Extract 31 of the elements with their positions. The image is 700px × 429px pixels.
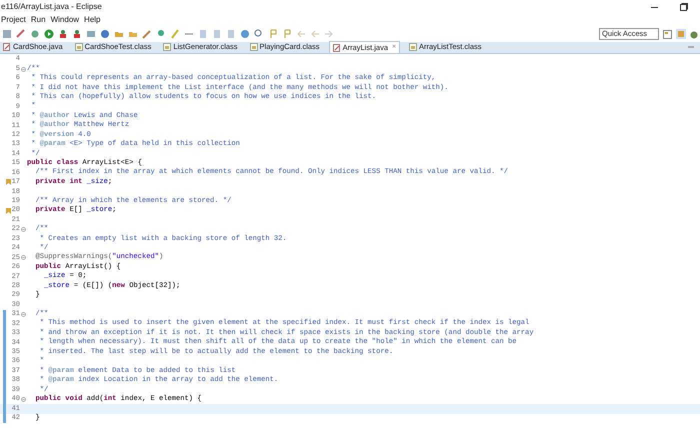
class-file-icon	[409, 43, 417, 51]
restore-icon[interactable]	[680, 3, 688, 11]
forward-arrow-icon[interactable]	[324, 29, 334, 39]
fold-icon[interactable]	[21, 227, 26, 232]
menu-item[interactable]: Run	[30, 14, 46, 26]
java-file-icon	[3, 43, 11, 51]
package-icon[interactable]	[86, 29, 96, 39]
java-perspective-icon[interactable]	[676, 29, 686, 39]
back-arrow-icon[interactable]	[296, 29, 306, 39]
minimize-icon[interactable]	[651, 6, 658, 8]
person-icon[interactable]	[58, 29, 68, 39]
fold-icon[interactable]	[21, 396, 26, 402]
annotation-icon[interactable]	[282, 29, 292, 39]
fold-icon[interactable]	[21, 66, 26, 72]
fold-icon[interactable]	[21, 255, 26, 260]
back-arrow-icon[interactable]	[310, 29, 320, 39]
fold-icon[interactable]	[21, 312, 26, 318]
perspective-icon[interactable]	[663, 30, 672, 38]
class-file-icon	[74, 43, 83, 51]
menu-item[interactable]: Project	[1, 14, 26, 26]
person-icon[interactable]	[72, 29, 82, 39]
java-file-icon	[332, 44, 341, 52]
annotation-icon[interactable]	[268, 29, 278, 39]
pencil-icon[interactable]	[170, 29, 180, 39]
menu-item[interactable]: Help	[84, 14, 100, 26]
class-file-icon	[250, 43, 258, 51]
menu-item[interactable]: Window	[50, 14, 80, 26]
window-title: e116/ArrayList.java - Eclipse	[1, 1, 102, 13]
class-file-icon	[163, 43, 172, 51]
run-icon[interactable]	[44, 29, 54, 39]
pencil-icon[interactable]	[142, 29, 152, 39]
